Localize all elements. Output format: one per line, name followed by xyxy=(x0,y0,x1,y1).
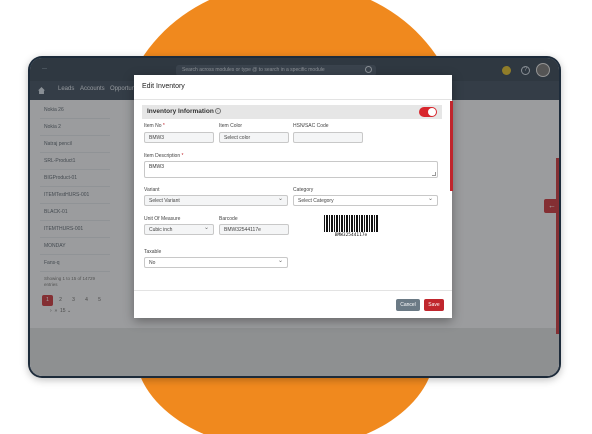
taxable-label: Taxable xyxy=(144,249,162,255)
section-header: Inventory Information i xyxy=(142,105,442,119)
edit-inventory-modal: Edit Inventory Inventory Information i I… xyxy=(134,75,453,318)
hsn-label: HSN/SAC Code xyxy=(293,123,329,129)
label-text: Item Description xyxy=(144,153,181,159)
modal-footer: Cancel Save xyxy=(134,290,452,318)
item-no-input[interactable]: BMW3 xyxy=(144,132,214,143)
item-no-label: Item No * xyxy=(144,123,165,129)
variant-select[interactable]: Select Variant xyxy=(144,195,288,206)
textarea-value: BMW3 xyxy=(149,164,164,170)
modal-body: Inventory Information i Item No * BMW3 I… xyxy=(142,103,444,289)
modal-title: Edit Inventory xyxy=(142,83,185,90)
unit-of-measure-label: Unit Of Measure xyxy=(144,216,181,222)
label-text: Item No xyxy=(144,123,162,129)
item-color-select[interactable]: Select color xyxy=(219,132,289,143)
required-marker: * xyxy=(181,153,184,159)
required-marker: * xyxy=(162,123,165,129)
taxable-select[interactable]: No xyxy=(144,257,288,268)
hsn-input[interactable] xyxy=(293,132,363,143)
scrollbar[interactable] xyxy=(450,101,453,191)
save-button[interactable]: Save xyxy=(424,299,444,311)
resize-handle-icon[interactable] xyxy=(432,172,436,176)
item-description-textarea[interactable]: BMW3 xyxy=(144,161,438,178)
toggle-knob xyxy=(428,108,436,116)
barcode-image: BMW32544117e xyxy=(324,215,378,239)
section-title: Inventory Information xyxy=(147,108,214,115)
info-icon[interactable]: i xyxy=(215,108,221,114)
barcode-text: BMW32544117e xyxy=(334,233,368,238)
category-label: Category xyxy=(293,187,314,193)
stage: — Search across modules or type @ to sea… xyxy=(0,0,592,434)
barcode-label: Barcode xyxy=(219,216,238,222)
category-select[interactable]: Select Category xyxy=(293,195,438,206)
barcode-bars xyxy=(324,215,378,232)
divider xyxy=(134,99,452,100)
item-description-label: Item Description * xyxy=(144,153,183,159)
section-toggle[interactable] xyxy=(419,107,437,117)
cancel-button[interactable]: Cancel xyxy=(396,299,420,311)
barcode-input[interactable]: BMW32544117e xyxy=(219,224,289,235)
unit-of-measure-select[interactable]: Cubic inch xyxy=(144,224,214,235)
variant-label: Variant xyxy=(144,187,160,193)
item-color-label: Item Color xyxy=(219,123,243,129)
